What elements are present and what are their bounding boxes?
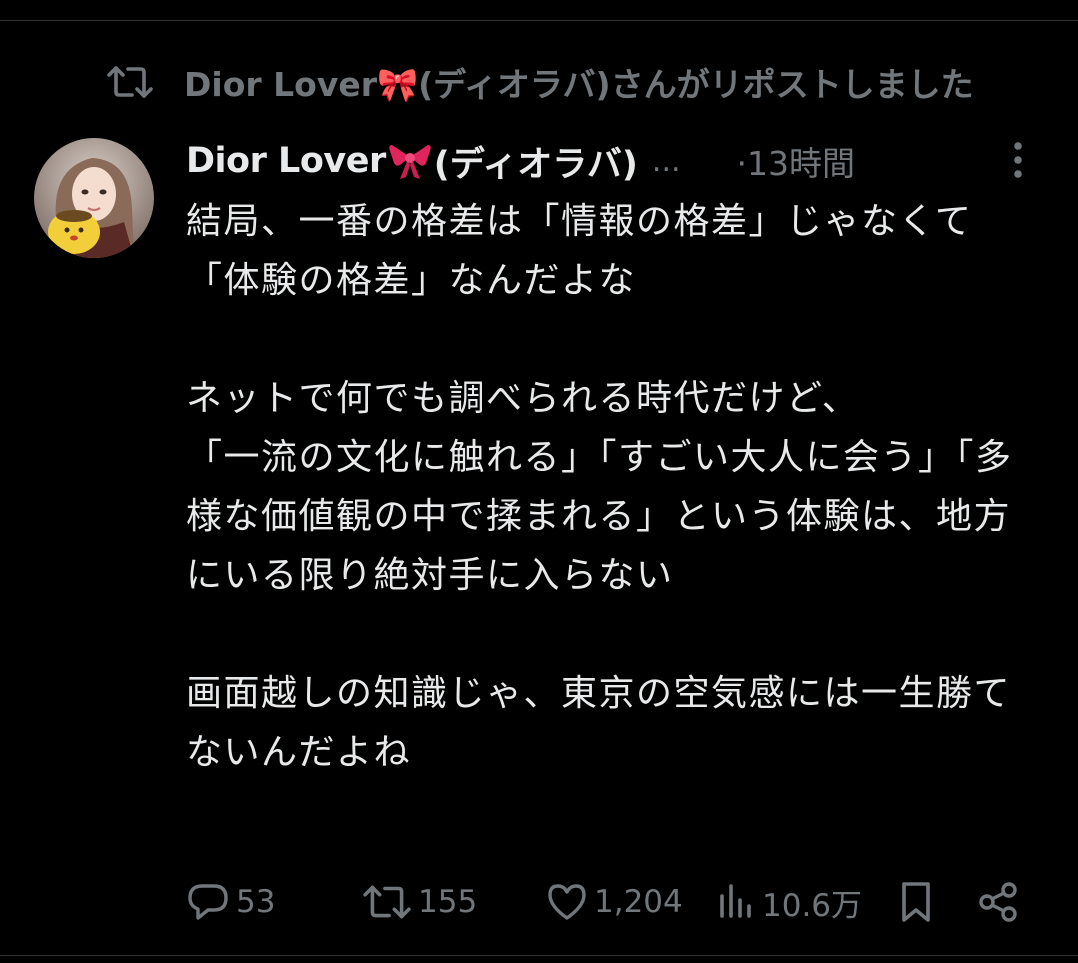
share-button[interactable]	[976, 872, 1020, 932]
share-icon	[979, 882, 1017, 922]
action-bar: 53 155 1,204 10.6万	[186, 872, 1046, 932]
repost-banner-text: Dior Lover🎀(ディオラバ)さんがリポストしました	[184, 65, 974, 104]
reply-button[interactable]: 53	[186, 872, 275, 932]
views-icon	[720, 884, 751, 918]
like-button[interactable]: 1,204	[546, 872, 683, 932]
repost-count: 155	[418, 884, 478, 920]
reply-icon	[188, 884, 228, 920]
heart-icon	[548, 884, 586, 920]
repost-banner[interactable]: Dior Lover🎀(ディオラバ)さんがリポストしました	[104, 54, 1078, 110]
avatar[interactable]	[34, 138, 154, 258]
like-count: 1,204	[594, 884, 683, 920]
bookmark-button[interactable]	[898, 872, 934, 932]
repost-icon	[363, 885, 411, 919]
top-divider	[0, 20, 1078, 21]
tweet-text: 結局、一番の格差は「情報の格差」じゃなくて「体験の格差」なんだよな ネットで何で…	[186, 201, 1013, 773]
reply-count: 53	[236, 884, 276, 920]
display-name-suffix[interactable]: (ディオラバ)	[434, 136, 638, 187]
repost-icon	[104, 62, 156, 102]
ribbon-emoji-icon	[388, 141, 432, 181]
repost-button[interactable]: 155	[362, 872, 477, 932]
bookmark-icon	[902, 882, 930, 922]
display-name[interactable]: Dior Lover	[186, 141, 386, 181]
views-count: 10.6万	[762, 887, 863, 924]
timestamp[interactable]: ·13時間	[737, 137, 855, 185]
name-truncation: ...	[651, 143, 681, 179]
views-button[interactable]: 10.6万	[716, 872, 862, 932]
more-vertical-icon[interactable]	[1000, 138, 1036, 182]
tweet-header: Dior Lover (ディオラバ) ... ·13時間	[186, 134, 1046, 188]
bottom-divider	[0, 955, 1078, 956]
